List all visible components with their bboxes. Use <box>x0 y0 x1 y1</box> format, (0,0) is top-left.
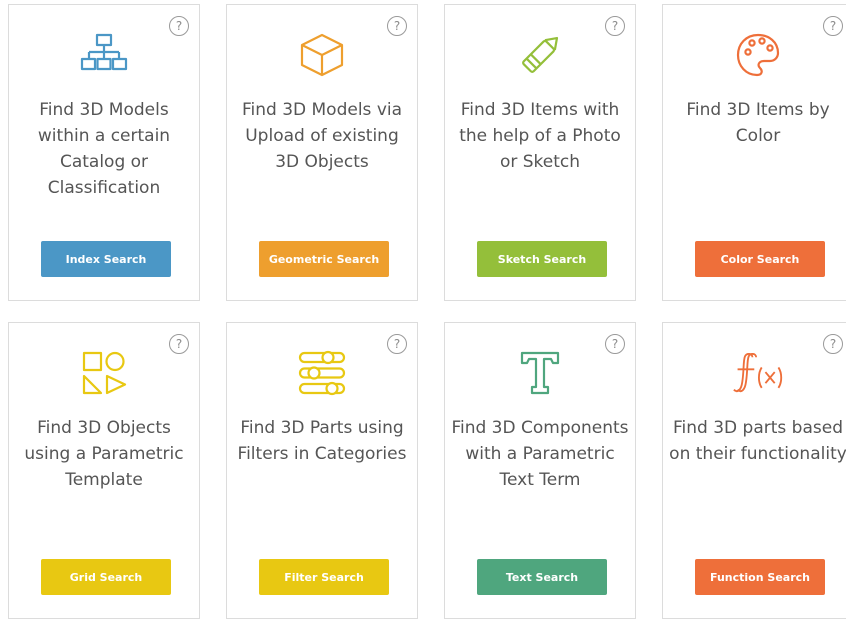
card-title: Find 3D Models within a certain Catalog … <box>37 100 171 198</box>
card-title: Find 3D parts based on their functionali… <box>669 418 846 464</box>
search-card-text: ? Find 3D Components with a Parametric T… <box>444 322 636 619</box>
sliders-icon <box>227 347 417 399</box>
shapes-icon <box>9 347 199 399</box>
card-title: Find 3D Objects using a Parametric Templ… <box>24 418 184 490</box>
card-title: Find 3D Models via Upload of existing 3D… <box>241 100 403 172</box>
card-title: Find 3D Components with a Parametric Tex… <box>451 418 629 490</box>
search-card-color: ? Find 3D Items by Color Color Search <box>662 4 846 301</box>
function-icon <box>663 347 846 399</box>
search-card-geometric: ? Find 3D Models via Upload of existing … <box>226 4 418 301</box>
pencil-icon <box>445 29 635 81</box>
sketch-search-button[interactable]: Sketch Search <box>477 241 607 277</box>
color-search-button[interactable]: Color Search <box>695 241 825 277</box>
card-title: Find 3D Items with the help of a Photo o… <box>459 100 621 172</box>
cube-icon <box>227 29 417 81</box>
search-card-function: ? Find 3D parts based on their functiona… <box>662 322 846 619</box>
search-card-sketch: ? Find 3D Items with the help of a Photo… <box>444 4 636 301</box>
text-search-button[interactable]: Text Search <box>477 559 607 595</box>
grid-search-button[interactable]: Grid Search <box>41 559 171 595</box>
geometric-search-button[interactable]: Geometric Search <box>259 241 389 277</box>
hierarchy-icon <box>9 29 199 81</box>
search-card-grid: ? Find 3D Objects using a Parametric Tem… <box>8 322 200 619</box>
search-card-filter: ? Find 3D Parts using Filters in Categor… <box>226 322 418 619</box>
filter-search-button[interactable]: Filter Search <box>259 559 389 595</box>
card-title: Find 3D Items by Color <box>686 100 830 146</box>
palette-icon <box>663 29 846 81</box>
function-search-button[interactable]: Function Search <box>695 559 825 595</box>
index-search-button[interactable]: Index Search <box>41 241 171 277</box>
card-title: Find 3D Parts using Filters in Categorie… <box>237 418 407 464</box>
search-card-index: ? Find 3D Models within a certain Catalo… <box>8 4 200 301</box>
text-icon <box>445 347 635 399</box>
